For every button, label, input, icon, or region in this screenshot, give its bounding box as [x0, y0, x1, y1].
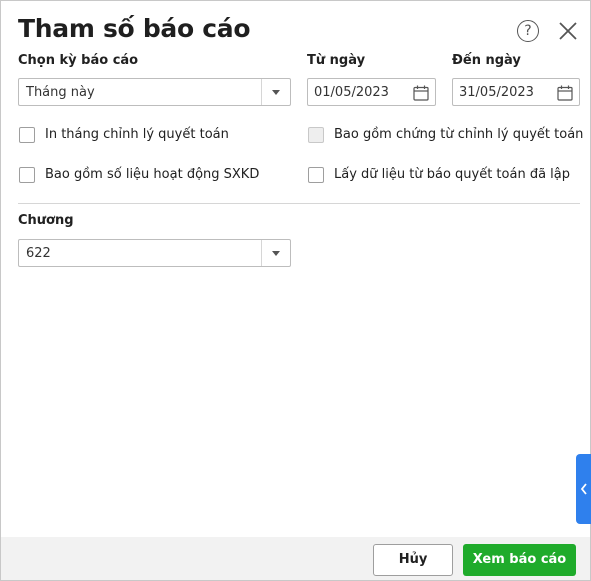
section-divider: [18, 203, 580, 204]
chapter-dropdown-button[interactable]: [261, 240, 290, 266]
period-label: Chọn kỳ báo cáo: [18, 53, 139, 68]
period-select[interactable]: Tháng này: [18, 78, 291, 106]
from-date-label: Từ ngày: [307, 53, 366, 68]
checkbox-use-existing-report[interactable]: [308, 167, 324, 183]
checkbox-adjustment-month[interactable]: [19, 127, 35, 143]
report-params-dialog: Tham số báo cáo ? Chọn kỳ báo cáo Tháng …: [0, 0, 591, 581]
to-date-value: 31/05/2023: [459, 85, 534, 100]
view-report-button[interactable]: Xem báo cáo: [463, 544, 576, 576]
chevron-left-icon: [579, 482, 589, 496]
calendar-icon[interactable]: [413, 85, 429, 101]
checkbox-use-existing-report-label[interactable]: Lấy dữ liệu từ báo quyết toán đã lập: [334, 167, 570, 182]
chevron-down-icon: [272, 251, 280, 256]
checkbox-include-sxkd[interactable]: [19, 167, 35, 183]
chevron-down-icon: [272, 90, 280, 95]
cancel-button[interactable]: Hủy: [373, 544, 453, 576]
dialog-title: Tham số báo cáo: [18, 14, 251, 43]
help-icon[interactable]: ?: [517, 20, 539, 42]
calendar-icon[interactable]: [557, 85, 573, 101]
close-icon[interactable]: [558, 21, 578, 41]
to-date-field[interactable]: 31/05/2023: [452, 78, 580, 106]
checkbox-include-adjustment-docs-label: Bao gồm chứng từ chỉnh lý quyết toán: [334, 127, 584, 142]
to-date-label: Đến ngày: [452, 53, 521, 68]
checkbox-include-adjustment-docs: [308, 127, 324, 143]
side-panel-toggle[interactable]: [576, 454, 591, 524]
period-select-value: Tháng này: [26, 85, 95, 100]
chapter-select-value: 622: [26, 246, 51, 261]
checkbox-include-sxkd-label[interactable]: Bao gồm số liệu hoạt động SXKD: [45, 167, 259, 182]
checkbox-adjustment-month-label[interactable]: In tháng chỉnh lý quyết toán: [45, 127, 229, 142]
period-dropdown-button[interactable]: [261, 79, 290, 105]
from-date-value: 01/05/2023: [314, 85, 389, 100]
chapter-select[interactable]: 622: [18, 239, 291, 267]
from-date-field[interactable]: 01/05/2023: [307, 78, 436, 106]
chapter-label: Chương: [18, 213, 74, 228]
